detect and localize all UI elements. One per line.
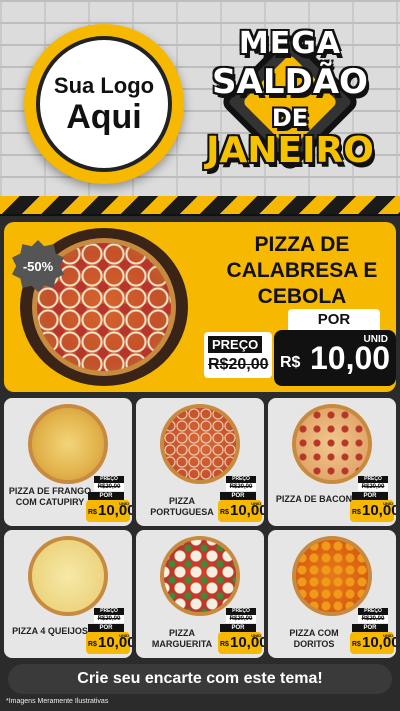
logo-circle: Sua Logo Aqui [36,36,172,172]
preco-label: PREÇO [226,608,256,615]
logo-line-1: Sua Logo [53,73,155,98]
preco-label: PREÇO [358,476,388,483]
old-price: R$20,00 [94,615,124,623]
pizza-image [160,404,240,484]
currency-label: R$ [88,509,97,516]
price-box: UNID R$ 10,00 [86,500,132,522]
logo-line-2: Aqui [66,98,142,136]
badge-line-3: DE [271,104,309,132]
product-card[interactable]: PIZZA MARGUERITA PREÇO R$20,00 POR UNID … [136,530,264,658]
por-label: POR [220,492,256,500]
price: 10,00 [98,502,132,519]
pizza-image [160,536,240,616]
product-name: PIZZA 4 QUEIJOS [12,626,88,636]
currency-label: R$ [352,509,361,516]
product-name: PIZZA COM DORITOS [289,628,339,649]
price: 10,00 [362,502,396,519]
preco-label: PREÇO [358,608,388,615]
old-price: R$20,00 [358,615,388,623]
currency-label: R$ [352,641,361,648]
price: 10,00 [362,634,396,651]
old-price: R$20,00 [208,356,269,373]
preco-label: PREÇO [226,476,256,483]
por-label: POR [88,492,124,500]
badge-line-4: JANEIRO [206,130,374,171]
currency-label: R$ [280,354,301,371]
pizza-image [292,536,372,616]
currency-label: R$ [220,641,229,648]
product-card[interactable]: PIZZA COM DORITOS PREÇO R$20,00 POR UNID… [268,530,396,658]
por-label: POR [352,624,388,632]
featured-price-box: UNID R$ 10,00 [274,330,396,386]
price-box: UNID R$ 10,00 [86,632,132,654]
badge-line-2: SALDÃO [212,62,368,102]
price: 10,00 [230,502,264,519]
por-label: POR [288,309,380,331]
old-price: R$20,00 [94,483,124,491]
old-price: R$20,00 [226,615,256,623]
price: 10,00 [230,634,264,651]
product-card[interactable]: PIZZA 4 QUEIJOS PREÇO R$20,00 POR UNID R… [4,530,132,658]
product-name: PIZZA DE BACON [275,494,353,504]
product-name: PIZZA PORTUGUESA [150,496,214,517]
logo-placeholder: Sua Logo Aqui [24,24,184,184]
pizza-image [28,404,108,484]
price-box: UNID R$ 10,00 [350,632,396,654]
price-box: UNID R$ 10,00 [218,632,264,654]
old-price: R$20,00 [358,483,388,491]
hazard-stripe [0,196,400,216]
currency-label: R$ [220,509,229,516]
product-card[interactable]: PIZZA DE FRANGO COM CATUPIRY PREÇO R$20,… [4,398,132,526]
preco-label: PREÇO [208,336,263,353]
currency-label: R$ [88,641,97,648]
promo-badge: MEGA SALDÃO DE JANEIRO [204,22,376,194]
featured-title: PIZZA DE CALABRESA E CEBOLA [226,233,378,308]
badge-line-1: MEGA [238,26,342,61]
product-name: PIZZA DE FRANGO COM CATUPIRY [8,486,92,507]
por-label: POR [220,624,256,632]
price-box: UNID R$ 10,00 [218,500,264,522]
por-label: POR [352,492,388,500]
cta-banner[interactable]: Crie seu encarte com este tema! [8,664,392,694]
header-brick-wall: Sua Logo Aqui MEGA SALDÃO DE JANEIRO [0,0,400,200]
old-price-box: PREÇO R$20,00 [204,332,272,378]
product-name: PIZZA MARGUERITA [151,628,213,649]
featured-product-card[interactable]: -50% PIZZA DE CALABRESA E CEBOLA POR PRE… [4,222,396,392]
por-label: POR [88,624,124,632]
pizza-image [292,404,372,484]
old-price: R$20,00 [226,483,256,491]
preco-label: PREÇO [94,608,124,615]
featured-price: 10,00 [310,340,391,376]
price-box: UNID R$ 10,00 [350,500,396,522]
preco-label: PREÇO [94,476,124,483]
disclaimer-note: *Imagens Meramente Ilustrativas [6,698,109,705]
product-card[interactable]: PIZZA PORTUGUESA PREÇO R$20,00 POR UNID … [136,398,264,526]
product-card[interactable]: PIZZA DE BACON PREÇO R$20,00 POR UNID R$… [268,398,396,526]
pizza-image [28,536,108,616]
price: 10,00 [98,634,132,651]
